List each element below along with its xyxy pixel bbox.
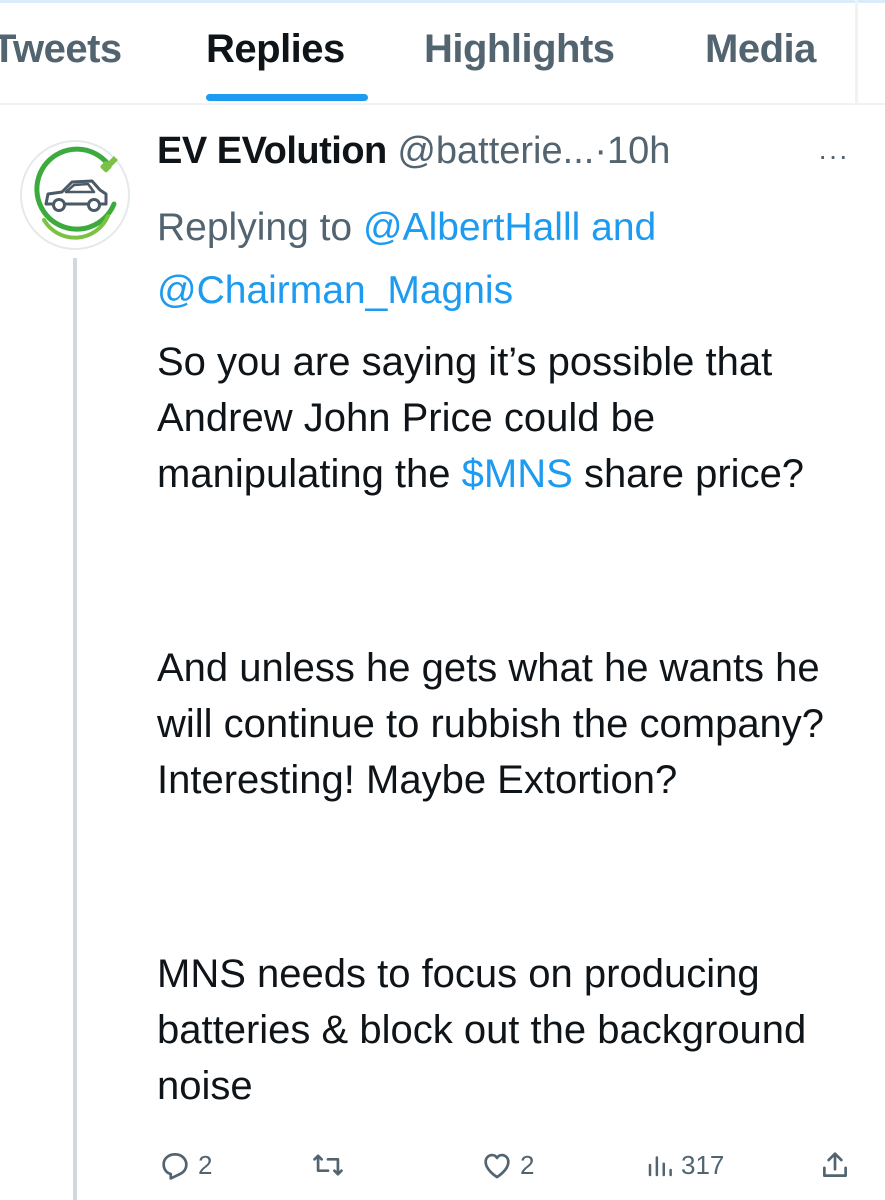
tweet-header: EV EVolution @batterie...·10h — [157, 130, 857, 184]
reply-count: 2 — [198, 1149, 213, 1180]
retweet-icon — [313, 1154, 343, 1176]
thread-line — [73, 258, 77, 1200]
tabs-scroll-divider — [855, 0, 858, 104]
views-button[interactable]: 317 — [645, 1140, 724, 1190]
replying-and[interactable]: and — [591, 206, 656, 249]
tweet-time[interactable]: 10h — [607, 130, 670, 172]
cashtag-link[interactable]: $MNS — [462, 452, 573, 496]
profile-tabs: Tweets Replies Highlights Media — [0, 0, 885, 105]
avatar[interactable] — [20, 140, 130, 250]
mention-albert[interactable]: @AlbertHalll — [363, 206, 580, 249]
views-count: 317 — [681, 1149, 725, 1180]
tweet-body-paragraph-3: MNS needs to focus on producing batterie… — [157, 952, 807, 1108]
tweet-body-paragraph-2: And unless he gets what he wants he will… — [157, 646, 825, 802]
retweet-button[interactable] — [310, 1140, 352, 1190]
replying-to: Replying to @AlbertHalll and @Chairman_M… — [157, 196, 857, 322]
share-icon — [823, 1152, 847, 1177]
like-button[interactable]: 2 — [480, 1140, 534, 1190]
tabs-bottom-border — [0, 103, 885, 105]
tab-tweets[interactable]: Tweets — [0, 27, 122, 72]
user-handle[interactable]: @batterie... — [397, 130, 594, 172]
tab-replies[interactable]: Replies — [206, 27, 345, 72]
like-icon — [484, 1153, 510, 1179]
tab-highlights[interactable]: Highlights — [424, 27, 615, 72]
replying-prefix: Replying to — [157, 206, 353, 249]
avatar-logo-icon — [34, 146, 118, 240]
display-name[interactable]: EV EVolution — [157, 130, 387, 172]
active-tab-indicator — [206, 94, 368, 101]
tab-media[interactable]: Media — [705, 27, 816, 72]
like-count: 2 — [520, 1149, 535, 1180]
reply-icon — [162, 1153, 188, 1180]
tweet-body-paragraph-1: So you are saying it’s possible that And… — [157, 334, 872, 502]
mention-chairman[interactable]: @Chairman_Magnis — [157, 269, 513, 312]
reply-button[interactable]: 2 — [158, 1140, 212, 1190]
more-icon[interactable]: ··· — [818, 140, 849, 172]
body-text: share price? — [583, 452, 805, 496]
tweet-actions: 2 2 317 — [0, 1140, 885, 1190]
views-icon — [648, 1156, 672, 1177]
share-button[interactable] — [818, 1140, 852, 1190]
header-separator: · — [594, 130, 607, 172]
